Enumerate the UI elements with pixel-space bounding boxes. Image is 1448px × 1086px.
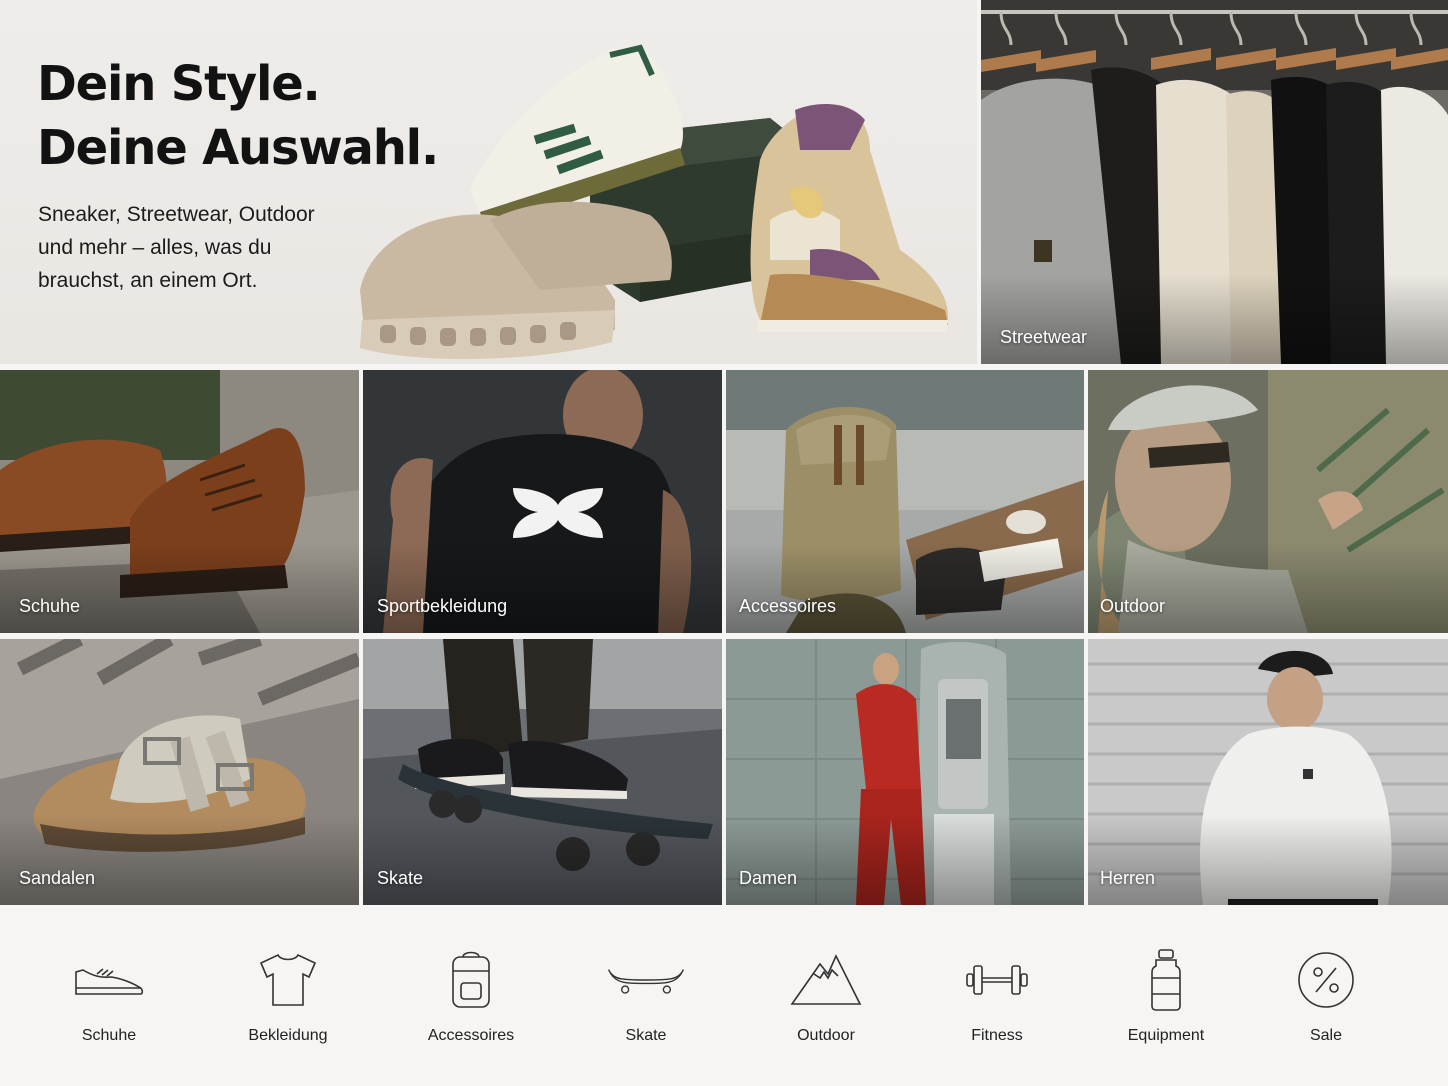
category-tile-sportbekleidung[interactable]: Sportbekleidung [363,370,722,633]
tile-label-streetwear: Streetwear [1000,327,1088,347]
nav-label-fitness: Fitness [971,1027,1023,1044]
hero-banner[interactable]: Dein Style. Deine Auswahl. Sneaker, Stre… [0,0,977,364]
category-tile-outdoor[interactable]: Outdoor [1088,370,1448,633]
category-tile-accessoires[interactable]: Accessoires [726,370,1084,633]
nav-item-bekleidung[interactable]: Bekleidung [223,945,353,1055]
nav-label-schuhe: Schuhe [81,1027,137,1044]
category-tile-herren[interactable]: Herren [1088,639,1448,905]
tile-label-skate: Skate [377,868,424,888]
backpack-icon [431,945,511,1015]
nav-item-fitness[interactable]: Fitness [932,945,1062,1055]
mountain-icon [786,945,866,1015]
nav-item-equipment[interactable]: Equipment [1101,945,1231,1055]
tile-label-accessoires: Accessoires [739,596,837,616]
nav-item-outdoor[interactable]: Outdoor [761,945,891,1055]
nav-label-outdoor: Outdoor [797,1027,855,1044]
tile-label-damen: Damen [739,868,798,888]
category-tile-damen[interactable]: Damen [726,639,1084,905]
skateboard-icon [606,945,686,1015]
nav-item-schuhe[interactable]: Schuhe [44,945,174,1055]
bottle-icon [1126,945,1206,1015]
dumbbell-icon [957,945,1037,1015]
percent-icon [1286,945,1366,1015]
sneakers-image [360,44,949,360]
tile-label-herren: Herren [1100,868,1156,888]
tile-label-schuhe: Schuhe [19,596,81,616]
category-tile-sandalen[interactable]: Sandalen [0,639,359,905]
hero-subtitle: Sneaker, Streetwear, Outdoor und mehr – … [38,203,315,292]
category-tile-streetwear[interactable]: Streetwear [981,0,1448,364]
tshirt-icon [248,945,328,1015]
nav-label-skate: Skate [625,1027,667,1044]
tile-label-outdoor: Outdoor [1100,596,1166,616]
nav-item-skate[interactable]: Skate [581,945,711,1055]
nav-label-accessoires: Accessoires [427,1027,515,1044]
nav-label-sale: Sale [1309,1027,1343,1044]
category-icon-nav: Schuhe Bekleidung Accessoires Skate Outd… [0,905,1448,1086]
shoe-icon [69,945,149,1015]
category-tile-schuhe[interactable]: Schuhe [0,370,359,633]
tile-label-sandalen: Sandalen [19,868,96,888]
category-tile-skate[interactable]: Skate [363,639,722,905]
nav-label-equipment: Equipment [1127,1027,1205,1044]
nav-item-accessoires[interactable]: Accessoires [406,945,536,1055]
tile-label-sportbekleidung: Sportbekleidung [377,596,508,616]
nav-item-sale[interactable]: Sale [1261,945,1391,1055]
nav-label-bekleidung: Bekleidung [248,1027,328,1044]
